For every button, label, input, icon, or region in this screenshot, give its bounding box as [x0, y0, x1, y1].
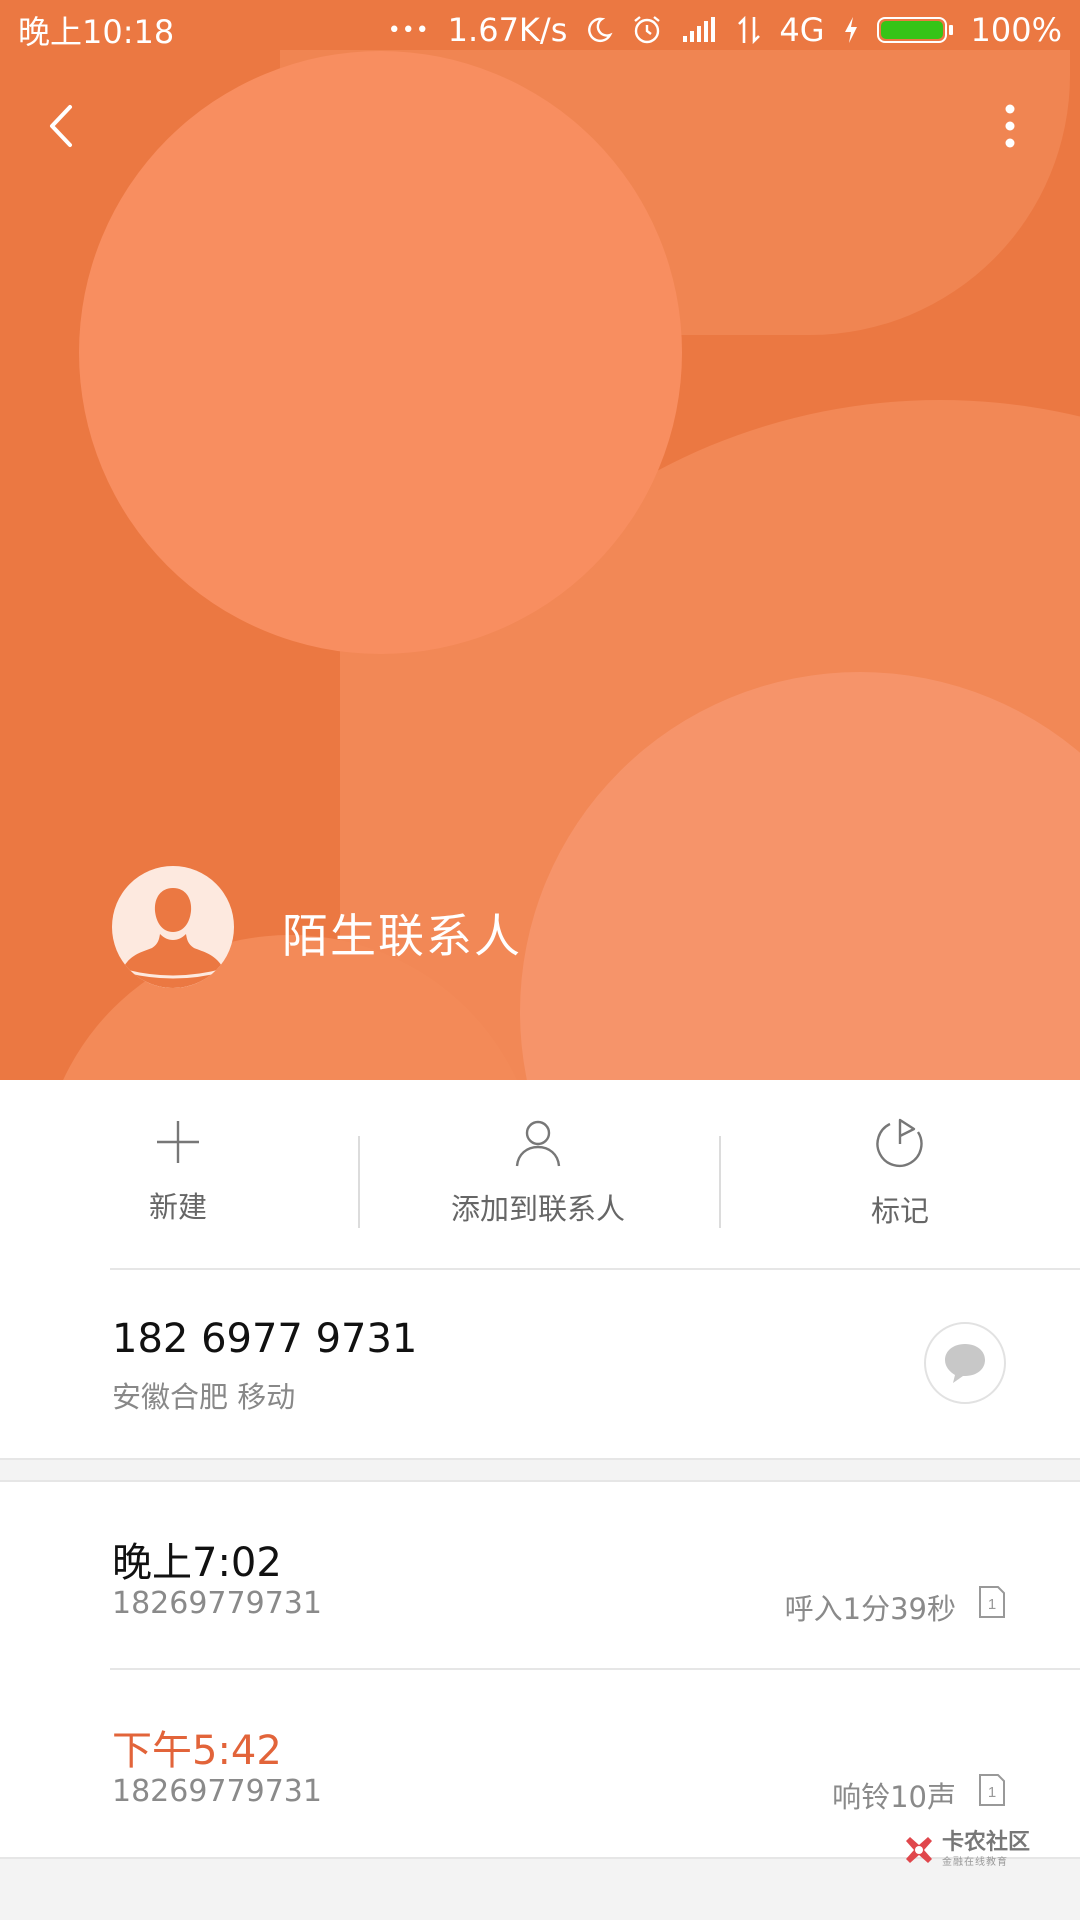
battery-icon — [876, 17, 953, 43]
signal-icon — [681, 16, 719, 44]
moon-icon — [585, 16, 613, 44]
send-message-button[interactable] — [924, 1322, 1006, 1404]
add-to-contacts-label: 添加到联系人 — [450, 1192, 625, 1226]
more-options-button[interactable] — [990, 100, 1030, 152]
back-button[interactable] — [36, 96, 86, 156]
chevron-left-icon — [50, 105, 72, 147]
watermark-subtitle: 金融在线教育 — [942, 1857, 1008, 1868]
watermark-logo-icon — [906, 1837, 932, 1863]
phone-number-row[interactable]: 182 6977 9731 安徽合肥 移动 — [0, 1270, 1080, 1458]
sim-card-icon: 1 — [979, 1586, 1005, 1618]
call-status: 响铃10声 — [832, 1780, 956, 1814]
sim-number: 1 — [988, 1784, 996, 1801]
contact-name: 陌生联系人 — [282, 909, 522, 963]
charging-icon — [843, 16, 859, 44]
net-speed: 1.67K/s — [447, 11, 568, 49]
action-divider — [719, 1136, 721, 1228]
phone-number: 182 6977 9731 — [112, 1316, 418, 1362]
message-bubble-icon — [945, 1344, 985, 1383]
new-contact-button[interactable]: 新建 — [68, 1118, 288, 1238]
action-bar: 新建 添加到联系人 标记 — [0, 1080, 1080, 1270]
mark-label: 标记 — [870, 1194, 929, 1228]
call-status: 呼入1分39秒 — [784, 1592, 956, 1626]
decor-shape — [79, 51, 682, 654]
status-time: 晚上10:18 — [18, 13, 175, 51]
alarm-icon — [631, 14, 663, 46]
person-icon — [515, 1120, 561, 1167]
plus-icon — [157, 1121, 199, 1163]
watermark: 卡农社区 金融在线教育 — [902, 1832, 1030, 1868]
call-number: 18269779731 — [112, 1774, 322, 1809]
new-contact-label: 新建 — [148, 1190, 207, 1224]
avatar — [112, 866, 234, 988]
call-time: 晚上7:02 — [112, 1540, 282, 1586]
battery-percent: 100% — [970, 11, 1062, 49]
number-location: 安徽合肥 移动 — [112, 1380, 296, 1414]
more-vertical-icon — [1005, 104, 1015, 148]
flag-icon — [876, 1118, 923, 1168]
battery-fill — [880, 21, 943, 39]
status-bar: 晚上10:18 ••• 1.67K/s 4G 100% — [0, 0, 1080, 60]
notification-dots: ••• — [387, 17, 430, 43]
mark-button[interactable]: 标记 — [790, 1118, 1010, 1238]
add-to-contacts-button[interactable]: 添加到联系人 — [428, 1118, 648, 1238]
section-gap — [0, 1458, 1080, 1482]
network-type: 4G — [779, 11, 825, 49]
sim-card-icon: 1 — [979, 1774, 1005, 1806]
action-divider — [358, 1136, 360, 1228]
contact-header: 晚上10:18 ••• 1.67K/s 4G 100% 陌生联系人 — [0, 0, 1080, 1080]
person-silhouette-icon — [121, 888, 225, 988]
watermark-title: 卡农社区 — [942, 1830, 1031, 1855]
call-log-item[interactable]: 下午5:42 18269779731 响铃10声 1 — [0, 1670, 1080, 1858]
data-transfer-icon — [737, 15, 761, 45]
sim-number: 1 — [988, 1596, 996, 1613]
call-log-item[interactable]: 晚上7:02 18269779731 呼入1分39秒 1 — [0, 1482, 1080, 1670]
call-time-missed: 下午5:42 — [112, 1728, 282, 1774]
call-number: 18269779731 — [112, 1586, 322, 1621]
